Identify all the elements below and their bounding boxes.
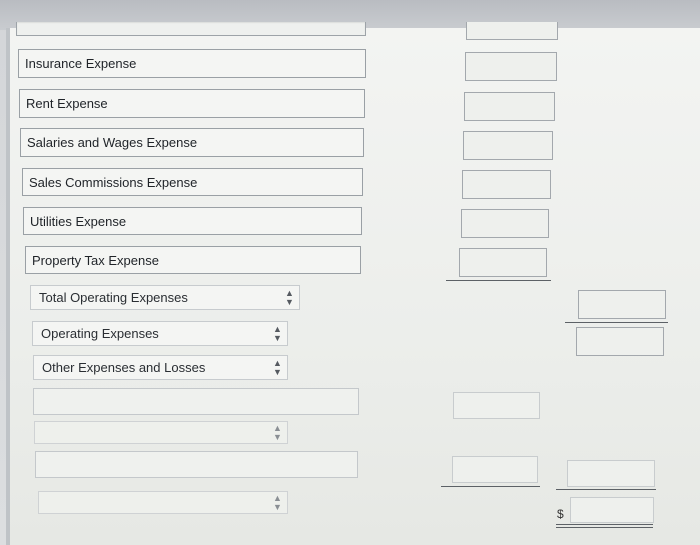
select-operating[interactable]: Operating Expenses ▲ ▼ xyxy=(32,321,288,346)
select-total-operating[interactable]: Total Operating Expenses ▲ ▼ xyxy=(30,285,300,310)
total-rule-col2 xyxy=(565,322,668,323)
label-field-blank-1[interactable] xyxy=(33,388,359,415)
label-field-top-partial[interactable] xyxy=(16,22,366,36)
up-down-arrows-icon: ▲ ▼ xyxy=(273,357,282,377)
amount-insurance[interactable] xyxy=(465,52,557,81)
row-label-salaries[interactable]: Salaries and Wages Expense xyxy=(20,128,364,157)
up-down-arrows-icon: ▲ ▼ xyxy=(273,422,282,442)
amount-utilities[interactable] xyxy=(461,209,549,238)
rule-blank-col2 xyxy=(556,489,656,490)
amount-net-income[interactable] xyxy=(570,497,654,523)
row-label-rent[interactable]: Rent Expense xyxy=(19,89,365,118)
dollar-sign: $ xyxy=(557,507,564,521)
up-down-arrows-icon: ▲ ▼ xyxy=(285,287,294,307)
row-label-sales-commissions[interactable]: Sales Commissions Expense xyxy=(22,168,363,196)
rule-blank-col1 xyxy=(441,486,540,487)
select-blank-2[interactable]: ▲ ▼ xyxy=(38,491,288,514)
amount-salaries[interactable] xyxy=(463,131,553,160)
amount-property-tax[interactable] xyxy=(459,248,547,277)
double-rule-net-bottom xyxy=(556,527,653,528)
amount-blank-2[interactable] xyxy=(452,456,538,483)
row-label-utilities[interactable]: Utilities Expense xyxy=(23,207,362,235)
up-down-arrows-icon: ▲ ▼ xyxy=(273,492,282,512)
amount-rent[interactable] xyxy=(464,92,555,121)
amount-field-top-partial[interactable] xyxy=(466,22,558,40)
amount-blank-2-col2[interactable] xyxy=(567,460,655,487)
select-other-expenses[interactable]: Other Expenses and Losses ▲ ▼ xyxy=(33,355,288,380)
select-total-operating-value: Total Operating Expenses xyxy=(39,290,188,305)
subtotal-rule-col1 xyxy=(446,280,551,281)
double-rule-net-top xyxy=(556,524,653,525)
select-blank-1[interactable]: ▲ ▼ xyxy=(34,421,288,444)
row-label-property-tax[interactable]: Property Tax Expense xyxy=(25,246,361,274)
label-field-blank-2[interactable] xyxy=(35,451,358,478)
amount-operating[interactable] xyxy=(576,327,664,356)
select-operating-value: Operating Expenses xyxy=(41,326,159,341)
amount-blank-1[interactable] xyxy=(453,392,540,419)
select-other-expenses-value: Other Expenses and Losses xyxy=(42,360,206,375)
row-label-insurance[interactable]: Insurance Expense xyxy=(18,49,366,78)
amount-total-operating[interactable] xyxy=(578,290,666,319)
amount-sales-commissions[interactable] xyxy=(462,170,551,199)
up-down-arrows-icon: ▲ ▼ xyxy=(273,323,282,343)
